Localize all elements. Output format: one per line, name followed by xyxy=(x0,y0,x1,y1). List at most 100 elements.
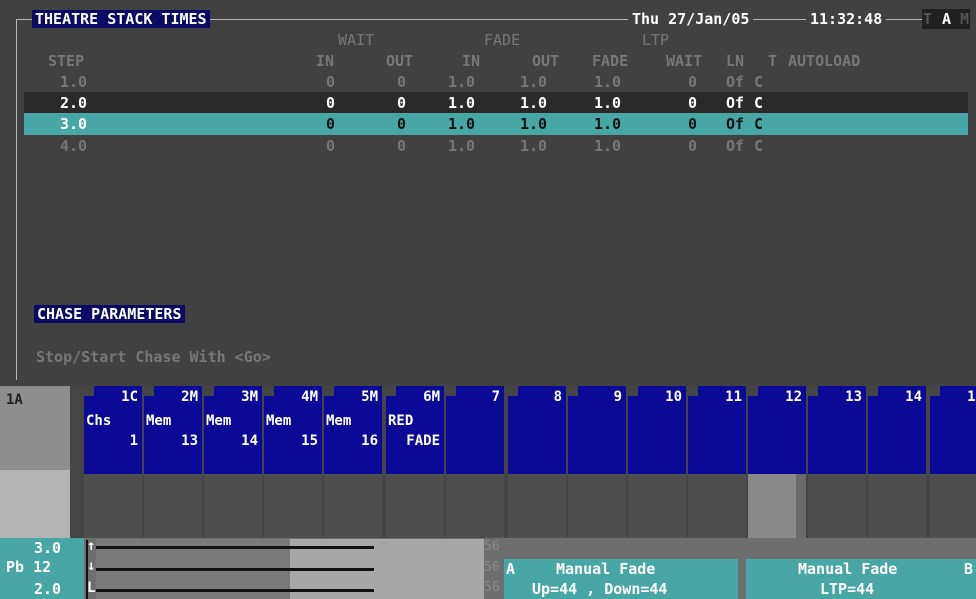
playback-label: 6M xyxy=(423,389,440,405)
playback-value: 14 xyxy=(241,433,258,449)
playback-type: Chs xyxy=(86,413,112,429)
chase-parameters-title: CHASE PARAMETERS xyxy=(34,305,185,323)
playback-tab xyxy=(748,386,758,396)
fader-track[interactable] xyxy=(446,474,504,538)
fader-track[interactable] xyxy=(84,474,142,538)
playback-label: 12 xyxy=(785,389,802,405)
fader-track[interactable] xyxy=(144,474,202,538)
playback-tab xyxy=(446,386,456,396)
playback-13[interactable]: 13 xyxy=(808,386,866,538)
arrow-up-icon: ↑ xyxy=(87,538,96,554)
right-edge-label: B xyxy=(964,560,974,578)
manual-fade-title: Manual Fade xyxy=(556,560,656,578)
playback-label: 3M xyxy=(241,389,258,405)
playback-tab xyxy=(688,386,698,396)
playback-1c[interactable]: 1C Chs 1 xyxy=(84,386,142,538)
playback-11[interactable]: 11 xyxy=(688,386,746,538)
playback-2m[interactable]: 2M Mem 13 xyxy=(144,386,202,538)
header-ltp-group: LTP xyxy=(642,31,670,49)
playback-value: FADE xyxy=(406,433,440,449)
col-step: STEP xyxy=(48,52,85,70)
fader-track[interactable] xyxy=(508,474,566,538)
manual-fade-values: Up=44 , Down=44 xyxy=(532,580,668,598)
fader-track[interactable] xyxy=(264,474,322,538)
col-t: T xyxy=(768,52,778,70)
playback-10[interactable]: 10 xyxy=(628,386,686,538)
playback-tab xyxy=(568,386,578,396)
chase-hint: Stop/Start Chase With <Go> xyxy=(36,348,271,366)
playback-9[interactable]: 9 xyxy=(568,386,626,538)
scale-label: 56 xyxy=(484,539,500,554)
playback-tab xyxy=(808,386,818,396)
playback-15[interactable]: 15 xyxy=(930,386,976,538)
row-highlight-selected xyxy=(24,113,968,135)
fader-track[interactable] xyxy=(324,474,382,538)
fader-track[interactable] xyxy=(868,474,926,538)
fader-track[interactable] xyxy=(204,474,262,538)
fader-track[interactable] xyxy=(808,474,866,538)
row-highlight-current xyxy=(24,92,968,113)
arrow-down-icon: ↓ xyxy=(87,558,96,574)
playback-type: Mem xyxy=(206,413,232,429)
playback-4m[interactable]: 4M Mem 15 xyxy=(264,386,322,538)
playback-5m[interactable]: 5M Mem 16 xyxy=(324,386,382,538)
playback-7[interactable]: 7 xyxy=(446,386,504,538)
scale-label: 56 xyxy=(484,580,500,595)
playback-type: RED xyxy=(388,413,414,429)
playback-1a[interactable]: 1A xyxy=(0,386,70,538)
playback-value: 15 xyxy=(301,433,318,449)
playback-tab xyxy=(204,386,214,396)
next-value: 2.0 xyxy=(34,580,62,598)
playback-tab xyxy=(84,386,94,396)
playback-label: 11 xyxy=(725,389,742,405)
level-line-up xyxy=(96,546,374,549)
fader-track[interactable] xyxy=(628,474,686,538)
fader-track[interactable] xyxy=(386,474,444,538)
playback-tab xyxy=(386,386,396,396)
fade-a-label: A xyxy=(506,560,516,578)
col-ltp-wait: WAIT xyxy=(666,52,703,70)
col-wait-out: OUT xyxy=(386,52,414,70)
playback-label: 8 xyxy=(553,389,562,405)
playback-14[interactable]: 14 xyxy=(868,386,926,538)
col-ln: LN xyxy=(726,52,745,70)
scale-label: 56 xyxy=(484,560,500,575)
playback-label: 9 xyxy=(613,389,622,405)
fader-track[interactable] xyxy=(568,474,626,538)
manual-fade-ltp-values: LTP=44 xyxy=(820,580,875,598)
col-fade-out: OUT xyxy=(532,52,560,70)
playback-label: 15 xyxy=(967,389,976,405)
stack-frame xyxy=(16,19,969,380)
header-wait-group: WAIT xyxy=(338,31,375,49)
level-line-l xyxy=(96,589,374,592)
col-fade-in: IN xyxy=(462,52,481,70)
header-fade-group: FADE xyxy=(484,31,521,49)
playback-6m[interactable]: 6M RED FADE xyxy=(386,386,444,538)
playback-type: Mem xyxy=(326,413,352,429)
playback-tab xyxy=(324,386,334,396)
playback-3m[interactable]: 3M Mem 14 xyxy=(204,386,262,538)
l-marker: L xyxy=(87,580,96,596)
col-wait-in: IN xyxy=(316,52,335,70)
playback-value: 1 xyxy=(129,433,138,449)
time-label: 11:32:48 xyxy=(806,10,887,28)
playback-tab xyxy=(930,386,940,396)
playback-value: 16 xyxy=(361,433,378,449)
playback-label: 14 xyxy=(905,389,922,405)
step-value: 3.0 xyxy=(34,539,62,557)
manual-fade-title-2: Manual Fade xyxy=(798,560,898,578)
playback-tab xyxy=(868,386,878,396)
playback-8[interactable]: 8 xyxy=(508,386,566,538)
playback-tab xyxy=(508,386,518,396)
fader-track[interactable] xyxy=(930,474,976,538)
fader-track xyxy=(0,470,70,538)
playback-tab xyxy=(144,386,154,396)
fader-track[interactable] xyxy=(688,474,746,538)
playback-label: 10 xyxy=(665,389,682,405)
playback-label: 1C xyxy=(121,389,138,405)
mode-right: M xyxy=(960,10,970,28)
playback-tab xyxy=(264,386,274,396)
playback-label: 5M xyxy=(361,389,378,405)
mode-left: T xyxy=(923,10,933,28)
playback-12[interactable]: 12 xyxy=(748,386,806,538)
